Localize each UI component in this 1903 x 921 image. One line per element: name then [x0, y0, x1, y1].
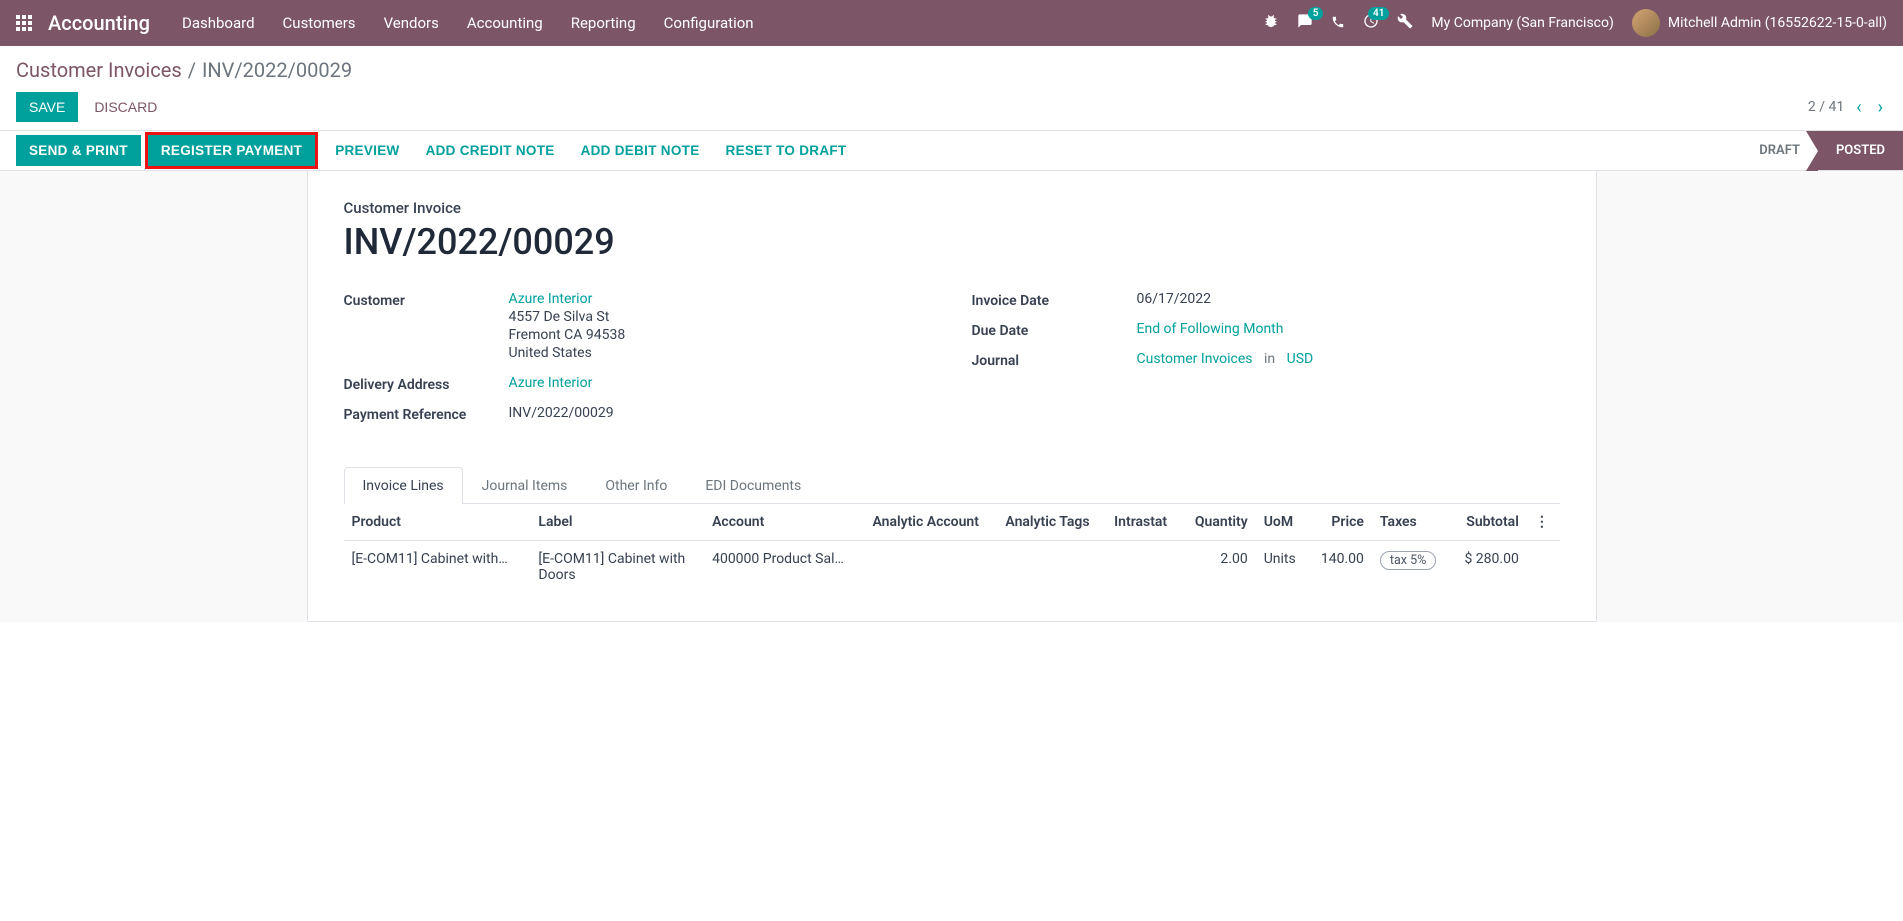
nav-customers[interactable]: Customers	[283, 14, 356, 32]
invdate-value[interactable]: 06/17/2022	[1137, 291, 1560, 307]
journal-in: in	[1264, 351, 1275, 367]
pager-prev-icon[interactable]: ‹	[1852, 97, 1865, 118]
cell-analytic-account[interactable]	[865, 541, 998, 594]
breadcrumb-sep: /	[188, 58, 196, 82]
reset-draft-button[interactable]: RESET TO DRAFT	[713, 135, 860, 166]
avatar	[1632, 9, 1660, 37]
th-label[interactable]: Label	[530, 504, 704, 541]
tab-edi-documents[interactable]: EDI Documents	[686, 467, 820, 504]
register-payment-button[interactable]: REGISTER PAYMENT	[145, 132, 318, 169]
breadcrumb-current: INV/2022/00029	[202, 58, 352, 82]
messages-badge: 5	[1308, 7, 1324, 20]
invoice-number: INV/2022/00029	[344, 221, 1560, 263]
addr-line-3: United States	[509, 345, 932, 361]
nav-configuration[interactable]: Configuration	[664, 14, 754, 32]
journal-currency-link[interactable]: USD	[1287, 351, 1314, 367]
add-debit-note-button[interactable]: ADD DEBIT NOTE	[568, 135, 713, 166]
form-sheet: Customer Invoice INV/2022/00029 Customer…	[307, 171, 1597, 622]
cell-intrastat[interactable]	[1106, 541, 1181, 594]
th-intrastat[interactable]: Intrastat	[1106, 504, 1181, 541]
delivery-label: Delivery Address	[344, 375, 509, 393]
status-bar: SEND & PRINT REGISTER PAYMENT PREVIEW AD…	[0, 131, 1903, 171]
nav-accounting[interactable]: Accounting	[467, 14, 543, 32]
nav-dashboard[interactable]: Dashboard	[182, 14, 255, 32]
invdate-label: Invoice Date	[972, 291, 1137, 309]
th-price[interactable]: Price	[1308, 504, 1372, 541]
duedate-link[interactable]: End of Following Month	[1137, 321, 1284, 337]
save-button[interactable]: SAVE	[16, 92, 78, 122]
cell-subtotal[interactable]: $ 280.00	[1450, 541, 1526, 594]
messages-icon[interactable]: 5	[1297, 13, 1313, 33]
form-left-col: Customer Azure Interior 4557 De Silva St…	[344, 291, 932, 435]
tools-icon[interactable]	[1397, 13, 1413, 33]
th-analytic-account[interactable]: Analytic Account	[865, 504, 998, 541]
form-container: Customer Invoice INV/2022/00029 Customer…	[0, 171, 1903, 622]
tabs: Invoice Lines Journal Items Other Info E…	[344, 467, 1560, 504]
phone-icon[interactable]	[1331, 14, 1345, 33]
user-name: Mitchell Admin (16552622-15-0-all)	[1668, 15, 1887, 31]
nav-reporting[interactable]: Reporting	[571, 14, 636, 32]
duedate-label: Due Date	[972, 321, 1137, 339]
tab-invoice-lines[interactable]: Invoice Lines	[344, 467, 463, 504]
customer-label: Customer	[344, 291, 509, 309]
discard-button[interactable]: DISCARD	[82, 93, 169, 121]
tab-other-info[interactable]: Other Info	[586, 467, 686, 504]
breadcrumb: Customer Invoices / INV/2022/00029	[16, 58, 1887, 82]
cell-price[interactable]: 140.00	[1308, 541, 1372, 594]
pager-counter[interactable]: 2 / 41	[1808, 99, 1844, 115]
apps-icon[interactable]	[16, 15, 32, 31]
invoice-lines-table: Product Label Account Analytic Account A…	[344, 504, 1560, 593]
nav-right: 5 41 My Company (San Francisco) Mitchell…	[1263, 9, 1887, 37]
cell-quantity[interactable]: 2.00	[1181, 541, 1256, 594]
th-taxes[interactable]: Taxes	[1372, 504, 1451, 541]
cell-product[interactable]: [E-COM11] Cabinet with…	[352, 551, 522, 567]
app-name[interactable]: Accounting	[48, 11, 150, 35]
journal-link[interactable]: Customer Invoices	[1137, 351, 1253, 367]
invoice-type-label: Customer Invoice	[344, 199, 1560, 217]
company-selector[interactable]: My Company (San Francisco)	[1431, 15, 1613, 31]
th-quantity[interactable]: Quantity	[1181, 504, 1256, 541]
addr-line-1: 4557 De Silva St	[509, 309, 932, 325]
cell-account[interactable]: 400000 Product Sal…	[712, 551, 856, 567]
customer-name-link[interactable]: Azure Interior	[509, 291, 932, 307]
cell-uom[interactable]: Units	[1256, 541, 1308, 594]
th-subtotal[interactable]: Subtotal	[1450, 504, 1526, 541]
breadcrumb-parent[interactable]: Customer Invoices	[16, 58, 182, 82]
status-posted[interactable]: POSTED	[1818, 131, 1903, 170]
pager-next-icon[interactable]: ›	[1874, 97, 1887, 118]
delivery-link[interactable]: Azure Interior	[509, 375, 593, 391]
addr-line-2: Fremont CA 94538	[509, 327, 932, 343]
nav-menu: Dashboard Customers Vendors Accounting R…	[182, 14, 1263, 32]
cell-analytic-tags[interactable]	[997, 541, 1106, 594]
cell-taxes[interactable]: tax 5%	[1372, 541, 1451, 594]
cell-label[interactable]: [E-COM11] Cabinet with Doors	[530, 541, 704, 594]
user-menu[interactable]: Mitchell Admin (16552622-15-0-all)	[1632, 9, 1887, 37]
table-row[interactable]: [E-COM11] Cabinet with… [E-COM11] Cabine…	[344, 541, 1560, 594]
send-print-button[interactable]: SEND & PRINT	[16, 135, 141, 166]
th-account[interactable]: Account	[704, 504, 864, 541]
th-analytic-tags[interactable]: Analytic Tags	[997, 504, 1106, 541]
customer-value: Azure Interior 4557 De Silva St Fremont …	[509, 291, 932, 363]
control-panel: Customer Invoices / INV/2022/00029 SAVE …	[0, 46, 1903, 131]
nav-vendors[interactable]: Vendors	[384, 14, 439, 32]
tax-chip: tax 5%	[1380, 551, 1436, 570]
payref-value[interactable]: INV/2022/00029	[509, 405, 932, 421]
th-product[interactable]: Product	[344, 504, 531, 541]
activities-badge: 41	[1368, 7, 1389, 20]
journal-value: Customer Invoices in USD	[1137, 351, 1560, 367]
th-uom[interactable]: UoM	[1256, 504, 1308, 541]
form-right-col: Invoice Date 06/17/2022 Due Date End of …	[972, 291, 1560, 435]
activities-icon[interactable]: 41	[1363, 13, 1379, 33]
payref-label: Payment Reference	[344, 405, 509, 423]
main-navbar: Accounting Dashboard Customers Vendors A…	[0, 0, 1903, 46]
bug-icon[interactable]	[1263, 13, 1279, 33]
tab-journal-items[interactable]: Journal Items	[463, 467, 587, 504]
preview-button[interactable]: PREVIEW	[322, 135, 412, 166]
pager: 2 / 41 ‹ ›	[1808, 97, 1887, 118]
journal-label: Journal	[972, 351, 1137, 369]
add-credit-note-button[interactable]: ADD CREDIT NOTE	[413, 135, 568, 166]
table-options-icon[interactable]: ⋮	[1527, 504, 1560, 541]
